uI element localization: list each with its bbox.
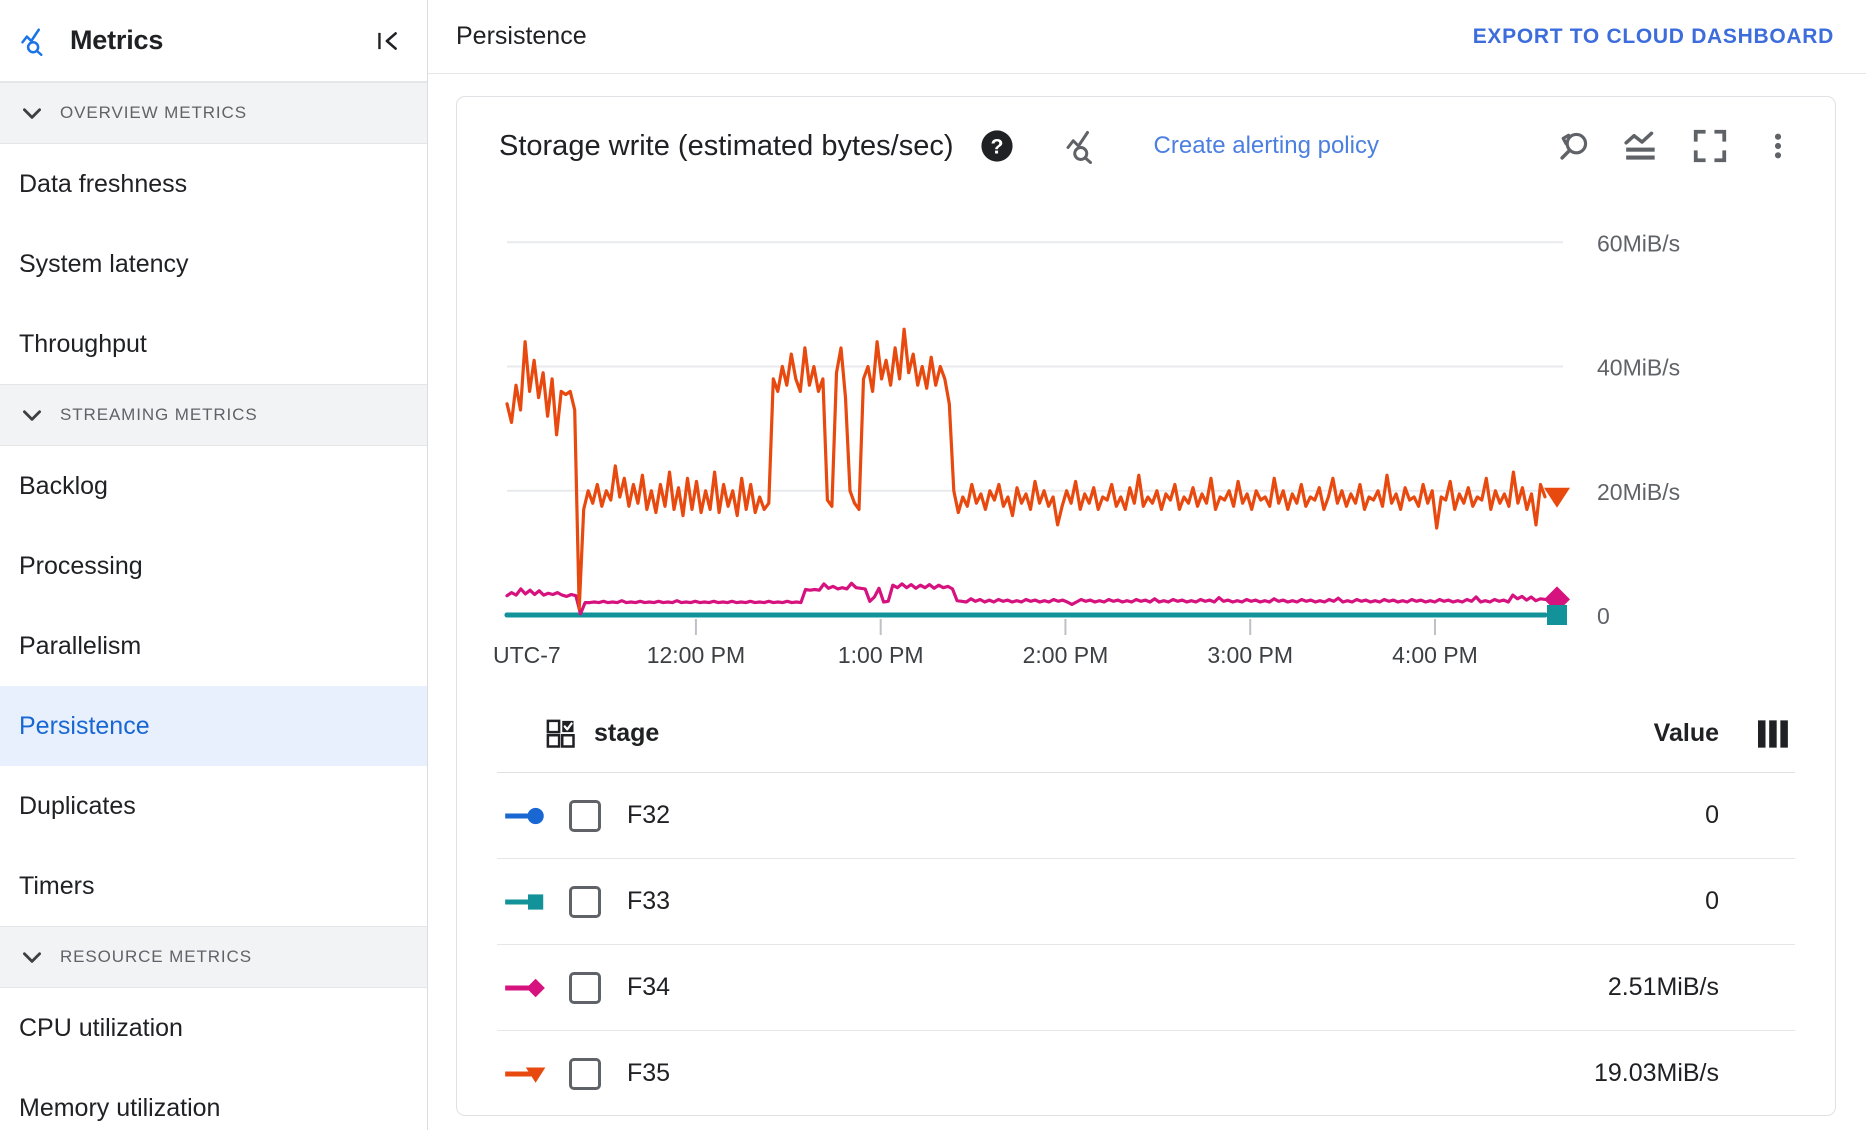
table-header-row: stage Value [497, 695, 1795, 773]
sidebar-item-persistence[interactable]: Persistence [0, 686, 427, 766]
sidebar-item-system-latency[interactable]: System latency [0, 224, 427, 304]
svg-text:?: ? [990, 135, 1003, 159]
collapse-panel-icon[interactable] [371, 24, 405, 58]
y-axis-tick-label: 20MiB/s [1597, 479, 1680, 505]
sidebar-item-timers[interactable]: Timers [0, 846, 427, 926]
row-checkbox[interactable] [569, 972, 601, 1004]
table-row[interactable]: F320 [497, 773, 1795, 859]
stage-name: F34 [627, 973, 1608, 1002]
help-circle-icon[interactable]: ? [974, 123, 1020, 169]
timezone-label: UTC-7 [493, 642, 561, 668]
page-title: Persistence [456, 22, 1469, 51]
sidebar-section-label: Streaming metrics [60, 405, 258, 425]
sidebar-item-data-freshness[interactable]: Data freshness [0, 144, 427, 224]
series-legend-swatch [497, 804, 559, 828]
row-checkbox[interactable] [569, 800, 601, 832]
stage-value: 19.03MiB/s [1594, 1059, 1795, 1088]
chart-card: Storage write (estimated bytes/sec) ? Cr… [456, 96, 1836, 1116]
series-line-f34 [507, 583, 1545, 614]
sidebar-item-processing[interactable]: Processing [0, 526, 427, 606]
export-to-cloud-dashboard-button[interactable]: Export to cloud dashboard [1469, 17, 1838, 57]
x-axis-tick-label: 3:00 PM [1207, 642, 1293, 668]
series-table: stage Value F320F330F342.51MiB/sF3519.03… [457, 695, 1835, 1116]
sidebar-section-label: Resource metrics [60, 947, 252, 967]
sidebar-header: Metrics [0, 0, 427, 82]
x-axis-tick-label: 12:00 PM [647, 642, 745, 668]
sidebar-item-backlog[interactable]: Backlog [0, 446, 427, 526]
x-axis-tick-label: 4:00 PM [1392, 642, 1478, 668]
sidebar-item-cpu-utilization[interactable]: CPU utilization [0, 988, 427, 1068]
fullscreen-icon[interactable] [1687, 123, 1733, 169]
y-axis-tick-label: 60MiB/s [1597, 230, 1680, 256]
chevron-down-icon [18, 943, 46, 971]
more-vert-icon[interactable] [1755, 123, 1801, 169]
stage-name: F32 [627, 801, 1705, 830]
sidebar-item-throughput[interactable]: Throughput [0, 304, 427, 384]
table-row[interactable]: F342.51MiB/s [497, 945, 1795, 1031]
sidebar-section-streaming-metrics[interactable]: Streaming metrics [0, 384, 427, 446]
table-row[interactable]: F330 [497, 859, 1795, 945]
series-legend-swatch [497, 890, 559, 914]
series-line-f35 [507, 329, 1545, 609]
chart-title: Storage write (estimated bytes/sec) [499, 130, 954, 163]
series-end-marker-f35 [1544, 488, 1570, 508]
metrics-sidebar: Metrics Overview metrics Data freshnessSy… [0, 0, 428, 1130]
create-alerting-policy-link[interactable]: Create alerting policy [1154, 132, 1379, 160]
metrics-explorer-icon [18, 24, 52, 58]
sidebar-item-duplicates[interactable]: Duplicates [0, 766, 427, 846]
chevron-down-icon [18, 99, 46, 127]
x-axis-tick-label: 2:00 PM [1023, 642, 1109, 668]
row-checkbox[interactable] [569, 1058, 601, 1090]
sidebar-item-memory-utilization[interactable]: Memory utilization [0, 1068, 427, 1130]
row-checkbox[interactable] [569, 886, 601, 918]
main-content: Persistence Export to cloud dashboard St… [428, 0, 1866, 1130]
stage-value: 0 [1705, 801, 1795, 830]
sidebar-section-overview-metrics[interactable]: Overview metrics [0, 82, 427, 144]
y-axis-tick-label: 40MiB/s [1597, 355, 1680, 381]
table-row[interactable]: F3519.03MiB/s [497, 1031, 1795, 1116]
stage-value: 0 [1705, 887, 1795, 916]
y-axis-tick-label: 0 [1597, 603, 1610, 629]
sidebar-section-label: Overview metrics [60, 103, 247, 123]
sidebar-title: Metrics [70, 25, 371, 56]
column-options-icon[interactable] [1751, 712, 1795, 756]
x-axis-tick-label: 1:00 PM [838, 642, 924, 668]
chart-header: Storage write (estimated bytes/sec) ? Cr… [457, 97, 1835, 195]
metrics-page: Metrics Overview metrics Data freshnessSy… [0, 0, 1866, 1130]
timeseries-chart[interactable]: 60MiB/s 40MiB/s 20MiB/s 0 12:00 PM 1:00 PM 2:0… [457, 195, 1836, 695]
sidebar-section-resource-metrics[interactable]: Resource metrics [0, 926, 427, 988]
metrics-explorer-icon[interactable] [1060, 123, 1106, 169]
stage-value: 2.51MiB/s [1608, 973, 1795, 1002]
sidebar-item-parallelism[interactable]: Parallelism [0, 606, 427, 686]
select-all-grid-icon[interactable] [542, 715, 580, 753]
series-legend-swatch [497, 1062, 559, 1086]
stage-name: F35 [627, 1059, 1594, 1088]
chart-plot-area[interactable]: 60MiB/s 40MiB/s 20MiB/s 0 12:00 PM 1:00 PM 2:0… [457, 195, 1835, 695]
series-legend-swatch [497, 976, 559, 1000]
stage-name: F33 [627, 887, 1705, 916]
chevron-down-icon [18, 401, 46, 429]
reset-zoom-icon[interactable] [1551, 123, 1597, 169]
top-bar: Persistence Export to cloud dashboard [428, 0, 1866, 74]
chart-type-icon[interactable] [1619, 123, 1665, 169]
column-header-value[interactable]: Value [1654, 719, 1719, 748]
column-header-stage[interactable]: stage [594, 719, 1654, 748]
series-end-marker-f33 [1547, 605, 1567, 625]
